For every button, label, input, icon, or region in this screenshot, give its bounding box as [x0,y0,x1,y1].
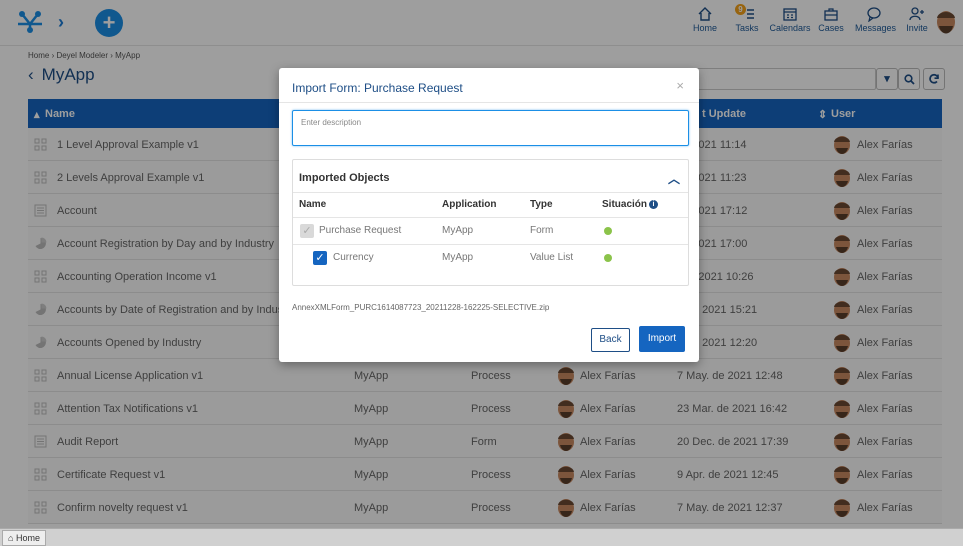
description-placeholder: Enter description [301,118,362,127]
import-form-dialog: Import Form: Purchase Request × Enter de… [279,68,699,362]
panel-title: Imported Objects [299,172,390,184]
object-application: MyApp [442,252,474,263]
object-application: MyApp [442,225,474,236]
bottom-bar: ⌂ Home [0,528,963,546]
object-checkbox[interactable]: ✓ [313,251,327,265]
home-tab[interactable]: ⌂ Home [2,530,46,546]
status-ok-icon [604,254,612,262]
col-type-header: Type [530,199,553,210]
close-icon[interactable]: × [676,78,684,93]
object-name: Currency [333,252,374,263]
col-application-header: Application [442,199,497,210]
object-type: Value List [530,252,574,263]
home-tab-label: Home [15,533,40,543]
dialog-divider [279,102,699,103]
object-name: Purchase Request [319,225,402,236]
info-icon[interactable]: i [649,200,659,209]
description-field[interactable]: Enter description [292,110,689,146]
panel-divider [293,192,688,193]
row-divider [293,217,688,218]
import-button[interactable]: Import [639,326,685,352]
col-status-header: Situación i [602,199,659,210]
imported-objects-panel: Imported Objects ︿ Name Application Type… [292,159,689,286]
object-type: Form [530,225,554,236]
home-tab-icon: ⌂ [8,533,14,543]
import-filename: AnnexXMLForm_PURC1614087723_20211228-162… [292,303,550,312]
col-name-header: Name [299,199,327,210]
dialog-title: Import Form: Purchase Request [292,81,463,95]
object-checkbox: ✓ [300,224,314,238]
back-button[interactable]: Back [591,328,630,352]
status-ok-icon [604,227,612,235]
row-divider [293,244,688,245]
collapse-chevron-icon[interactable]: ︿ [668,170,680,187]
col-status-header-label: Situación [602,199,648,210]
